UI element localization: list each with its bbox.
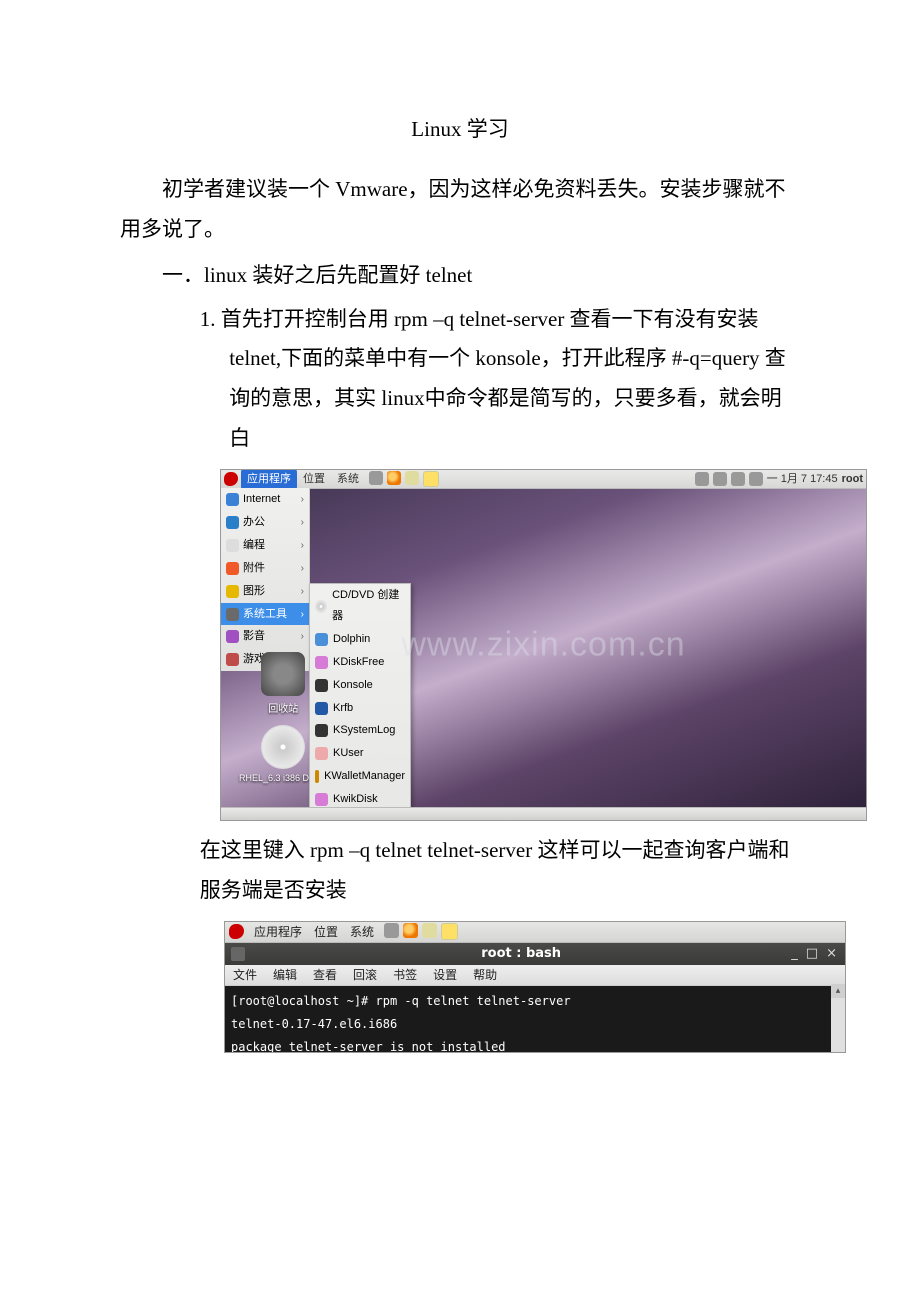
- submenu-konsole[interactable]: Konsole: [310, 674, 410, 697]
- programming-icon: [226, 539, 239, 552]
- firefox-icon[interactable]: [403, 923, 418, 938]
- terminal-icon: [315, 679, 328, 692]
- clock-text[interactable]: 一 1月 7 17:45: [767, 469, 838, 489]
- panel-icon[interactable]: [369, 471, 383, 485]
- chevron-right-icon: ›: [301, 582, 304, 601]
- document-page: Linux 学习 初学者建议装一个 Vmware，因为这样必免资料丢失。安装步骤…: [0, 0, 920, 1123]
- close-button[interactable]: ×: [826, 942, 837, 967]
- scrollbar[interactable]: ▴: [831, 984, 845, 1052]
- tray-icon[interactable]: [695, 472, 709, 486]
- page-title: Linux 学习: [120, 110, 800, 150]
- note-icon[interactable]: [441, 923, 458, 940]
- window-title: root : bash: [251, 942, 791, 967]
- minimize-button[interactable]: _: [791, 942, 798, 967]
- firefox-icon[interactable]: [387, 471, 401, 485]
- krfb-icon: [315, 702, 328, 715]
- applications-menu: Internet› 办公› 编程› 附件› 图形› 系统工具› 影音› 游戏›: [221, 488, 310, 671]
- menu-system-tools[interactable]: 系统工具›: [221, 603, 309, 626]
- topbar-places[interactable]: 位置: [308, 921, 344, 943]
- menu-programming[interactable]: 编程›: [221, 534, 309, 557]
- nautilus-icon[interactable]: [405, 471, 419, 485]
- submenu-kuser[interactable]: KUser: [310, 742, 410, 765]
- menu-internet[interactable]: Internet›: [221, 488, 309, 511]
- office-icon: [226, 516, 239, 529]
- disc-icon[interactable]: [261, 725, 305, 769]
- menu-file[interactable]: 文件: [225, 964, 265, 987]
- accessories-icon: [226, 562, 239, 575]
- chevron-right-icon: ›: [301, 559, 304, 578]
- section-heading-1: 一．linux 装好之后先配置好 telnet: [120, 256, 800, 296]
- user-icon: [315, 747, 328, 760]
- submenu-ksystemlog[interactable]: KSystemLog: [310, 719, 410, 742]
- menu-office[interactable]: 办公›: [221, 511, 309, 534]
- disk-icon: [315, 656, 328, 669]
- gnome-top-panel: 应用程序 位置 系统 一 1月 7 17:45 root: [221, 470, 866, 489]
- gnome-bottom-panel: [221, 807, 866, 820]
- maximize-button[interactable]: □: [806, 942, 818, 967]
- nautilus-icon[interactable]: [422, 923, 437, 938]
- redhat-icon: [224, 472, 238, 486]
- chevron-right-icon: ›: [301, 513, 304, 532]
- menu-av[interactable]: 影音›: [221, 625, 309, 648]
- term-line: [root@localhost ~]# rpm -q telnet telnet…: [231, 990, 839, 1013]
- system-tools-submenu: CD/DVD 创建器 Dolphin KDiskFree Konsole Krf…: [309, 583, 411, 821]
- note-icon[interactable]: [423, 471, 439, 487]
- menu-scrollback[interactable]: 回滚: [345, 964, 385, 987]
- menu-edit[interactable]: 编辑: [265, 964, 305, 987]
- user-label[interactable]: root: [842, 469, 863, 489]
- terminal-icon: [231, 947, 245, 961]
- list-item-1: 1. 首先打开控制台用 rpm –q telnet-server 查看一下有没有…: [120, 300, 800, 460]
- term-line: package telnet-server is not installed: [231, 1036, 839, 1053]
- submenu-cddvd[interactable]: CD/DVD 创建器: [310, 584, 410, 628]
- terminal-output[interactable]: [root@localhost ~]# rpm -q telnet telnet…: [225, 986, 845, 1053]
- menu-bookmarks[interactable]: 书签: [385, 964, 425, 987]
- chevron-right-icon: ›: [301, 536, 304, 555]
- panel-icon[interactable]: [384, 923, 399, 938]
- globe-icon: [226, 493, 239, 506]
- menu-graphics[interactable]: 图形›: [221, 580, 309, 603]
- topbar-system[interactable]: 系统: [331, 469, 365, 489]
- term-line: telnet-0.17-47.el6.i686: [231, 1013, 839, 1036]
- log-icon: [315, 724, 328, 737]
- screenshot-gnome-menu: 应用程序 位置 系统 一 1月 7 17:45 root Internet› 办…: [220, 469, 867, 821]
- chevron-right-icon: ›: [301, 490, 304, 509]
- tray-icon[interactable]: [713, 472, 727, 486]
- topbar-system[interactable]: 系统: [344, 921, 380, 943]
- cd-icon: [315, 600, 327, 613]
- trash-icon[interactable]: [261, 652, 305, 696]
- paragraph-after-shot1: 在这里键入 rpm –q telnet telnet-server 这样可以一起…: [120, 831, 800, 911]
- menu-accessories[interactable]: 附件›: [221, 557, 309, 580]
- chevron-right-icon: ›: [301, 605, 304, 624]
- wallet-icon: [315, 770, 319, 783]
- scroll-up-icon[interactable]: ▴: [831, 984, 845, 998]
- redhat-icon: [229, 924, 244, 939]
- watermark-text: www.zixin.com.cn: [401, 613, 685, 678]
- topbar-places[interactable]: 位置: [297, 469, 331, 489]
- gnome-top-panel-2: 应用程序 位置 系统: [225, 922, 845, 943]
- submenu-krfb[interactable]: Krfb: [310, 697, 410, 720]
- topbar-applications[interactable]: 应用程序: [248, 921, 308, 943]
- chevron-right-icon: ›: [301, 627, 304, 646]
- menu-view[interactable]: 查看: [305, 964, 345, 987]
- disk-icon: [315, 793, 328, 806]
- systemtools-icon: [226, 608, 239, 621]
- screenshot-terminal: 应用程序 位置 系统 root : bash _ □ × 文件 编辑 查看 回滚: [224, 921, 846, 1053]
- window-titlebar[interactable]: root : bash _ □ ×: [225, 943, 845, 965]
- menu-settings[interactable]: 设置: [425, 964, 465, 987]
- menu-help[interactable]: 帮助: [465, 964, 505, 987]
- folder-icon: [315, 633, 328, 646]
- volume-icon[interactable]: [731, 472, 745, 486]
- graphics-icon: [226, 585, 239, 598]
- submenu-kwallet[interactable]: KWalletManager: [310, 765, 410, 788]
- paragraph-intro: 初学者建议装一个 Vmware，因为这样必免资料丢失。安装步骤就不用多说了。: [120, 170, 800, 250]
- submenu-kdiskfree[interactable]: KDiskFree: [310, 651, 410, 674]
- submenu-dolphin[interactable]: Dolphin: [310, 628, 410, 651]
- games-icon: [226, 653, 239, 666]
- av-icon: [226, 630, 239, 643]
- network-icon[interactable]: [749, 472, 763, 486]
- terminal-menubar: 文件 编辑 查看 回滚 书签 设置 帮助: [225, 965, 845, 986]
